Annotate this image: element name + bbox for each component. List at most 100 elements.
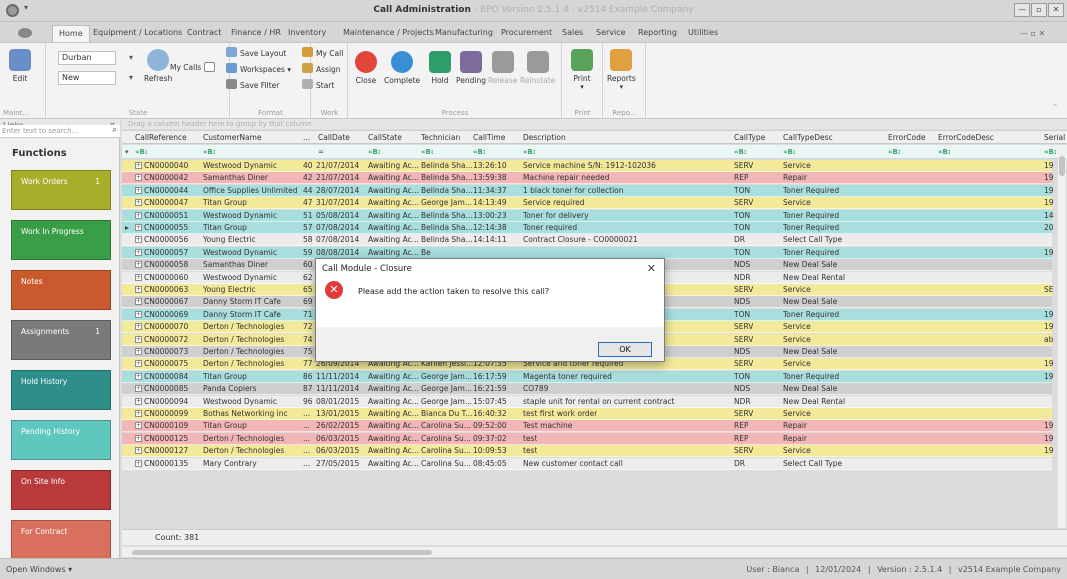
expand-row-icon[interactable]: + (135, 298, 142, 306)
filter-call-type[interactable]: «B: (734, 148, 747, 156)
close-window-button[interactable]: ✕ (1048, 3, 1064, 17)
expand-row-icon[interactable]: + (135, 236, 142, 244)
tab-manufacturing[interactable]: Manufacturing (435, 25, 493, 42)
horizontal-scroll-thumb[interactable] (132, 550, 432, 555)
minimize-button[interactable]: — (1014, 3, 1030, 17)
tab-utilities[interactable]: Utilities (688, 25, 718, 42)
tab-finance-hr[interactable]: Finance / HR (231, 25, 281, 42)
col-call-date[interactable]: CallDate (318, 133, 350, 142)
maximize-button[interactable]: ▫ (1031, 3, 1047, 17)
filter-call-reference[interactable]: «B: (135, 148, 148, 156)
start-button[interactable]: Start (302, 79, 334, 92)
vertical-scrollbar[interactable] (1058, 146, 1066, 528)
sidebar-search-input[interactable]: Enter text to search... (2, 127, 78, 135)
save-layout-button[interactable]: Save Layout (226, 47, 286, 60)
expand-row-icon[interactable]: + (135, 211, 142, 219)
search-icon[interactable]: ⌕ (112, 125, 117, 135)
table-row[interactable]: + CN0000127 Derton / Technologies... 06/03/… (122, 445, 1054, 458)
assign-button[interactable]: Assign (302, 63, 341, 76)
ribbon-window-controls[interactable]: — ▫ ✕ (1020, 26, 1045, 43)
table-row[interactable]: + CN0000042 Samanthas Diner 42 21/07/2014 Awa… (122, 172, 1054, 185)
tab-sales[interactable]: Sales (562, 25, 583, 42)
expand-row-icon[interactable]: + (135, 174, 142, 182)
table-row[interactable]: + CN0000094 Westwood Dynamic 96 08/01/2015 Aw… (122, 395, 1052, 408)
col-error-code-desc[interactable]: ErrorCodeDesc (938, 133, 994, 142)
expand-row-icon[interactable]: + (135, 261, 142, 269)
table-row[interactable]: + CN0000047 Titan Group 47 31/07/2014 Awaitin… (122, 197, 1054, 210)
col-call-type[interactable]: CallType (734, 133, 765, 142)
tile-for-contract[interactable]: For Contract (11, 520, 111, 560)
col-hidden[interactable]: ... (303, 133, 310, 142)
open-windows-button[interactable]: Open Windows ▾ (6, 565, 72, 574)
expand-row-icon[interactable]: + (135, 186, 142, 194)
edit-button[interactable]: Edit (9, 49, 31, 83)
table-row[interactable]: + CN0000099 Bothas Networking inc... 13/01/… (122, 408, 1052, 420)
print-button[interactable]: Print ▾ (571, 49, 593, 91)
complete-button[interactable]: Complete (384, 51, 420, 85)
table-row[interactable]: + CN0000051 Westwood Dynamic 51 05/08/2014 Aw… (122, 209, 1054, 222)
workspaces-button[interactable]: Workspaces ▾ (226, 63, 291, 76)
expand-row-icon[interactable]: + (135, 224, 142, 231)
reports-button[interactable]: Reports ▾ (607, 49, 636, 91)
col-serial[interactable]: Serial (1044, 133, 1065, 142)
tile-work-in-progress[interactable]: Work In Progress (11, 220, 111, 260)
expand-row-icon[interactable]: + (135, 434, 142, 442)
filter-call-type-desc[interactable]: «B: (783, 148, 796, 156)
filter-star-icon[interactable]: ▾ (125, 148, 129, 156)
tab-contract[interactable]: Contract (187, 25, 221, 42)
ok-button[interactable]: OK (598, 342, 652, 357)
status-select[interactable]: New (58, 71, 133, 85)
tab-inventory[interactable]: Inventory (288, 25, 326, 42)
release-button[interactable]: Release (488, 51, 517, 85)
filter-error-code-desc[interactable]: «B: (938, 148, 951, 156)
col-description[interactable]: Description (523, 133, 566, 142)
tab-reporting[interactable]: Reporting (638, 25, 677, 42)
expand-row-icon[interactable]: + (135, 372, 142, 380)
group-by-area[interactable]: Drag a column header here to group by th… (122, 119, 1067, 129)
my-call-button[interactable]: My Call (302, 47, 343, 60)
tab-maintenance-projects[interactable]: Maintenance / Projects (343, 25, 434, 42)
table-row[interactable]: + ▸ CN0000055 Titan Group 57 07/08/2014 Awaiti… (122, 222, 1054, 234)
table-row[interactable]: + CN0000085 Panda Copiers 87 11/11/2014 Await… (122, 383, 1052, 396)
col-call-reference[interactable]: CallReference (135, 133, 187, 142)
expand-row-icon[interactable]: + (135, 273, 142, 281)
tile-hold-history[interactable]: Hold History (11, 370, 111, 410)
tab-service[interactable]: Service (596, 25, 626, 42)
branch-select[interactable]: Durban (58, 51, 133, 65)
auto-filter-row[interactable]: ▾ «B: «B: = «B: «B: «B: «B: «B: «B: «B: … (122, 145, 1067, 159)
table-row[interactable]: + CN0000057 Westwood Dynamic 59 08/08/2014 Aw… (122, 246, 1054, 259)
close-call-button[interactable]: Close (355, 51, 377, 85)
horizontal-scrollbar[interactable] (122, 546, 1067, 557)
tab-home[interactable]: Home (52, 25, 90, 42)
col-call-time[interactable]: CallTime (473, 133, 505, 142)
table-row[interactable]: + CN0000109 Titan Group... 26/02/2015 Awaiti… (122, 420, 1054, 433)
col-error-code[interactable]: ErrorCode (888, 133, 925, 142)
expand-row-icon[interactable]: + (135, 323, 142, 331)
expand-row-icon[interactable]: + (135, 162, 142, 169)
table-row[interactable]: + CN0000056 Young Electric 58 07/08/2014 Awai… (122, 234, 1052, 247)
expand-row-icon[interactable]: + (135, 248, 142, 256)
expand-row-icon[interactable]: + (135, 385, 142, 393)
expand-row-icon[interactable]: + (135, 397, 142, 405)
expand-row-icon[interactable]: + (135, 360, 142, 368)
tile-work-orders[interactable]: Work Orders 1 (11, 170, 111, 210)
table-row[interactable]: + CN0000084 Titan Group 86 11/11/2014 Awaitin… (122, 370, 1054, 383)
filter-customer-name[interactable]: «B: (203, 148, 216, 156)
hold-button[interactable]: Hold (429, 51, 451, 85)
tab-procurement[interactable]: Procurement (501, 25, 552, 42)
col-call-state[interactable]: CallState (368, 133, 402, 142)
expand-row-icon[interactable]: + (135, 348, 142, 355)
col-call-type-desc[interactable]: CallTypeDesc (783, 133, 833, 142)
expand-row-icon[interactable]: + (135, 199, 142, 207)
dialog-close-icon[interactable]: ✕ (647, 262, 656, 275)
expand-row-icon[interactable]: + (135, 335, 142, 343)
save-filter-button[interactable]: Save Filter (226, 79, 279, 92)
filter-call-state[interactable]: «B: (368, 148, 381, 156)
tab-equipment-locations[interactable]: Equipment / Locations (93, 25, 182, 42)
collapse-ribbon-icon[interactable]: ⌃ (1052, 103, 1059, 112)
table-row[interactable]: + CN0000044 Office Supplies Unlimited 44 28/… (122, 184, 1054, 197)
filter-description[interactable]: «B: (523, 148, 536, 156)
refresh-button[interactable]: Refresh (144, 49, 172, 83)
app-menu-icon[interactable] (18, 28, 32, 38)
table-row[interactable]: + CN0000125 Derton / Technologies... 06/03/… (122, 432, 1054, 445)
